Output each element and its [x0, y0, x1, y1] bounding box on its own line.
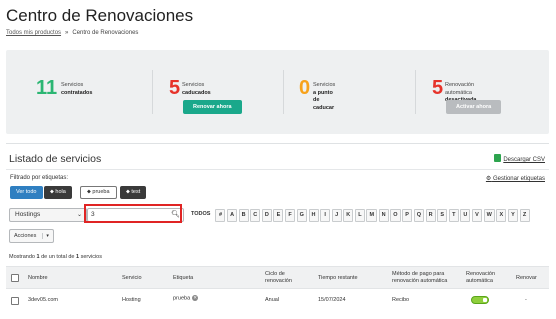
letter-filter[interactable]: L: [354, 209, 365, 222]
summary-divider: [283, 70, 284, 114]
column-payment-method[interactable]: Método de pago para renovación automátic…: [392, 271, 462, 285]
column-renewal-cycle[interactable]: Ciclo de renovación: [265, 271, 309, 285]
letter-filter[interactable]: #: [215, 209, 226, 222]
activate-now-button[interactable]: Activar ahora: [446, 100, 502, 114]
toggle-knob: [483, 298, 487, 302]
summary-divider: [415, 70, 416, 114]
stat-contracted-count: 11: [36, 77, 58, 99]
breadcrumb-separator: »: [65, 30, 69, 36]
letter-filter[interactable]: R: [425, 209, 436, 222]
column-auto-renewal[interactable]: Renovación automática: [466, 271, 502, 285]
letter-filter[interactable]: J: [331, 209, 342, 222]
auto-renew-toggle[interactable]: [471, 296, 489, 304]
letter-filter[interactable]: N: [378, 209, 389, 222]
letter-filter[interactable]: Y: [507, 209, 518, 222]
letter-filter[interactable]: B: [238, 209, 249, 222]
letter-filter[interactable]: O: [390, 209, 401, 222]
letter-filter[interactable]: G: [296, 209, 307, 222]
row-cycle: Anual: [265, 297, 280, 303]
tag-filter-all[interactable]: Ver todo: [10, 186, 43, 199]
letter-filter[interactable]: P: [402, 209, 413, 222]
letter-filter[interactable]: F: [285, 209, 296, 222]
stat-contracted-label: Servicios contratados: [61, 82, 93, 96]
letter-filter[interactable]: X: [496, 209, 507, 222]
breadcrumb: Todos mis productos » Centro de Renovacion…: [6, 30, 138, 36]
summary-divider: [152, 70, 153, 114]
row-remaining: 15/07/2024: [318, 297, 346, 303]
tag-icon: ⬥: [50, 189, 54, 195]
letter-filter[interactable]: D: [261, 209, 272, 222]
highlight-box: [84, 204, 182, 223]
letter-filter[interactable]: A: [227, 209, 238, 222]
list-title: Listado de servicios: [9, 153, 102, 165]
chevron-down-icon: ⌄: [76, 212, 82, 218]
row-name[interactable]: 3dev05.com: [28, 297, 58, 303]
letter-filter[interactable]: Q: [413, 209, 424, 222]
letter-filter-all[interactable]: TODOS: [189, 209, 212, 220]
letter-filter[interactable]: C: [250, 209, 261, 222]
column-remaining-time[interactable]: Tiempo restante: [318, 275, 358, 282]
tag-filter-test[interactable]: ⬥ test: [120, 186, 147, 199]
csv-file-icon: [494, 154, 502, 162]
actions-dropdown[interactable]: Acciones ▾: [9, 229, 54, 243]
column-service[interactable]: Servicio: [122, 275, 142, 282]
services-list-panel: Listado de servicios Descargar CSV Filtr…: [6, 143, 549, 319]
remove-tag-icon[interactable]: ✕: [192, 295, 199, 301]
column-renew[interactable]: Renovar: [516, 275, 537, 282]
breadcrumb-link-products[interactable]: Todos mis productos: [6, 30, 61, 36]
letter-filter[interactable]: S: [437, 209, 448, 222]
filter-label: Filtrado por etiquetas:: [10, 175, 69, 181]
chevron-down-icon: ▾: [42, 233, 49, 239]
row-payment: Recibo: [392, 297, 410, 303]
table-row: 3dev05.com Hosting prueba ✕ Anual 15/07/2…: [6, 288, 549, 311]
manage-tags-link[interactable]: ⚙ Gestionar etiquetas: [486, 175, 545, 182]
table-header: Nombre Servicio Etiqueta Ciclo de renova…: [6, 266, 549, 289]
row-tag: prueba ✕: [173, 295, 199, 302]
stat-about-to-expire-label: Servicios a punto de caducar: [313, 82, 336, 111]
stat-about-to-expire-count: 0: [299, 77, 311, 99]
letter-filter[interactable]: Z: [519, 209, 530, 222]
tag-filter-hola[interactable]: ⬥ hola: [44, 186, 72, 199]
letter-filter[interactable]: H: [308, 209, 319, 222]
download-csv-link[interactable]: Descargar CSV: [494, 154, 545, 163]
results-count: Mostrando 1 de un total de 1 servicios: [9, 254, 102, 260]
tag-filter-prueba[interactable]: ⬥ prueba: [80, 186, 117, 199]
gear-icon: ⚙: [485, 176, 492, 182]
row-service: Hosting: [122, 297, 141, 303]
letter-filter[interactable]: I: [320, 209, 331, 222]
tag-icon: ⬥: [87, 189, 91, 195]
letter-filter[interactable]: U: [460, 209, 471, 222]
tag-filter-row: Filtrado por etiquetas: ⚙ Gestionar etiq…: [6, 169, 549, 199]
stat-expired-count: 5: [169, 77, 181, 99]
column-tag[interactable]: Etiqueta: [173, 275, 193, 282]
summary-panel: 11 Servicios contratados 5 Servicios caduc…: [6, 50, 549, 134]
breadcrumb-current: Centro de Renovaciones: [72, 30, 139, 36]
letter-filter[interactable]: T: [448, 209, 459, 222]
renew-now-button[interactable]: Renovar ahora: [183, 100, 242, 114]
letter-filter[interactable]: K: [343, 209, 354, 222]
letter-filter[interactable]: V: [471, 209, 482, 222]
letter-filter[interactable]: E: [273, 209, 284, 222]
row-renew: -: [525, 297, 527, 303]
page-title: Centro de Renovaciones: [6, 6, 194, 25]
stat-expired-label: Servicios caducados: [182, 82, 211, 96]
stat-auto-renew-count: 5: [432, 77, 444, 99]
select-all-checkbox[interactable]: [11, 274, 19, 282]
tag-icon: ⬥: [126, 189, 130, 195]
row-checkbox[interactable]: [11, 297, 19, 305]
alphabet-filter: TODOS # A B C D E F G H I J K L M N O P Q R S T U V W X Y Z: [189, 209, 531, 222]
letter-filter[interactable]: W: [483, 209, 495, 222]
product-type-select[interactable]: Hostings ⌄: [9, 208, 87, 222]
letter-filter[interactable]: M: [366, 209, 378, 222]
column-name[interactable]: Nombre: [28, 275, 48, 282]
